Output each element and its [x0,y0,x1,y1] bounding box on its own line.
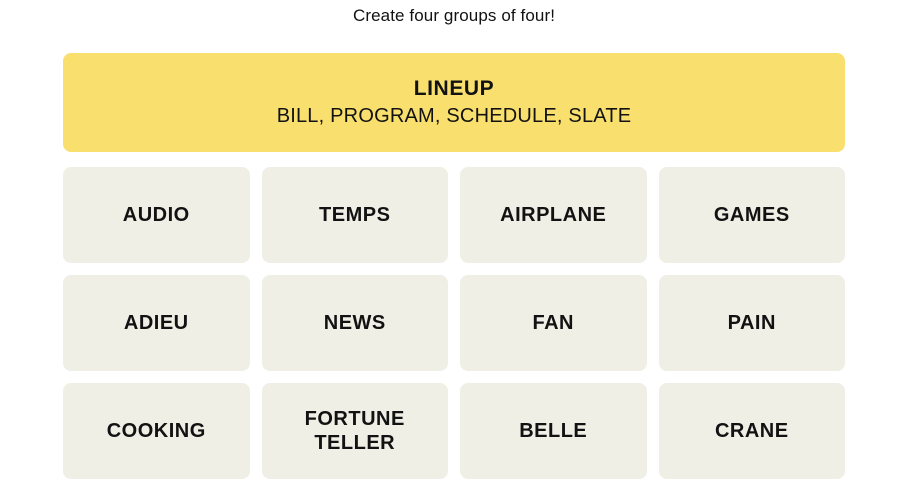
word-tile[interactable]: AUDIO [63,167,250,263]
word-tile-label: AUDIO [122,204,190,226]
word-tile[interactable]: FORTUNE TELLER [261,383,448,479]
word-tile[interactable]: PAIN [658,275,845,371]
word-tile-label: GAMES [713,204,790,226]
connections-game-board: Create four groups of four! LINEUP BILL,… [0,0,908,504]
word-tile-label: COOKING [106,420,206,442]
word-tile-label: TEMPS [319,204,391,226]
board-area: LINEUP BILL, PROGRAM, SCHEDULE, SLATE AU… [63,53,845,479]
word-tile[interactable]: TEMPS [261,167,448,263]
word-tile-label: AIRPLANE [500,204,607,226]
word-tile[interactable]: AIRPLANE [460,167,647,263]
word-tile-label: FORTUNE TELLER [304,408,405,454]
solved-group-title: LINEUP [413,77,495,100]
instruction-text: Create four groups of four! [352,6,556,25]
word-tile[interactable]: ADIEU [63,275,250,371]
word-tile[interactable]: BELLE [460,383,647,479]
word-tile-grid: AUDIO TEMPS AIRPLANE GAMES ADIEU NEWS FA… [63,167,845,479]
word-tile-label: FAN [532,312,574,334]
word-tile-label: CRANE [714,420,789,442]
word-tile[interactable]: FAN [460,275,647,371]
word-tile[interactable]: CRANE [658,383,845,479]
word-tile-label: NEWS [323,312,386,334]
word-tile-label: ADIEU [123,312,189,334]
word-tile[interactable]: NEWS [261,275,448,371]
word-tile[interactable]: COOKING [63,383,250,479]
solved-group-members: BILL, PROGRAM, SCHEDULE, SLATE [276,105,632,127]
word-tile-label: BELLE [519,420,588,442]
word-tile[interactable]: GAMES [658,167,845,263]
solved-group-yellow: LINEUP BILL, PROGRAM, SCHEDULE, SLATE [63,53,845,152]
word-tile-label: PAIN [727,312,776,334]
